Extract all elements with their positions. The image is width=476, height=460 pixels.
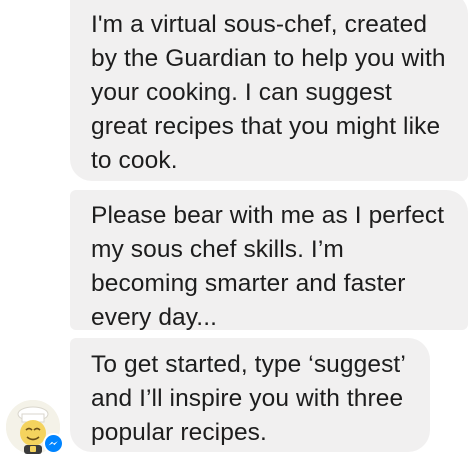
message-bubble-get-started[interactable]: To get started, type ‘suggest’ and I’ll … <box>70 338 430 452</box>
message-text: To get started, type ‘suggest’ and I’ll … <box>91 351 405 446</box>
message-bubble-intro[interactable]: I'm a virtual sous-chef, created by the … <box>70 0 468 181</box>
message-text: I'm a virtual sous-chef, created by the … <box>91 11 446 174</box>
message-text: Please bear with me as I perfect my sous… <box>91 202 445 331</box>
messenger-badge <box>43 433 64 454</box>
messenger-icon <box>45 435 62 452</box>
message-bubble-patience[interactable]: Please bear with me as I perfect my sous… <box>70 190 468 331</box>
message-thread: I'm a virtual sous-chef, created by the … <box>0 0 476 460</box>
